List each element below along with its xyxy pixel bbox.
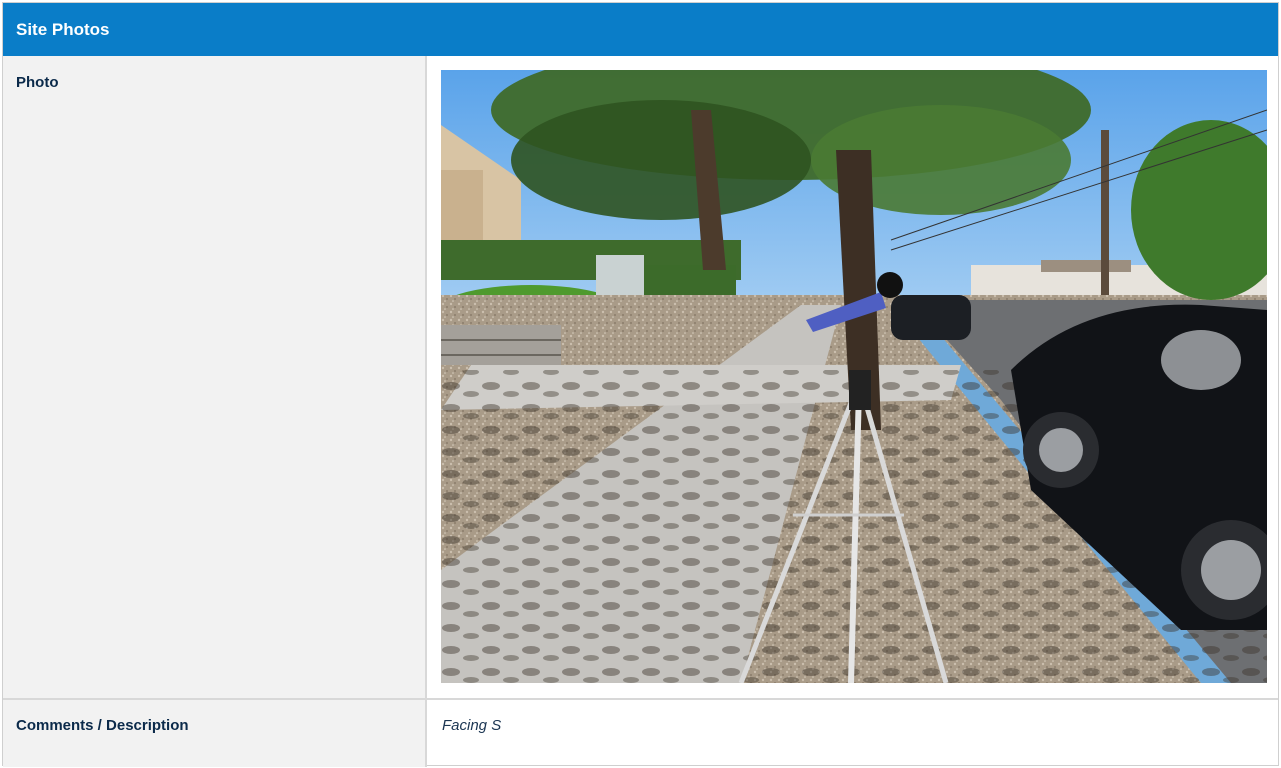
comments-value: Facing S [442, 717, 502, 734]
site-photos-panel: Site Photos Photo Comments / Description… [2, 2, 1279, 767]
comments-label: Comments / Description [16, 717, 189, 734]
photo-value-cell [427, 56, 1278, 698]
comments-value-cell: Facing S [427, 700, 1278, 767]
section-title: Site Photos [16, 19, 110, 39]
section-header: Site Photos [3, 3, 1278, 56]
comments-row: Comments / Description Facing S [3, 698, 1278, 767]
photo-label-cell: Photo [3, 56, 427, 698]
comments-label-cell: Comments / Description [3, 700, 427, 767]
site-photo[interactable] [441, 70, 1267, 683]
photo-row: Photo [3, 56, 1278, 698]
photo-label: Photo [16, 74, 59, 91]
